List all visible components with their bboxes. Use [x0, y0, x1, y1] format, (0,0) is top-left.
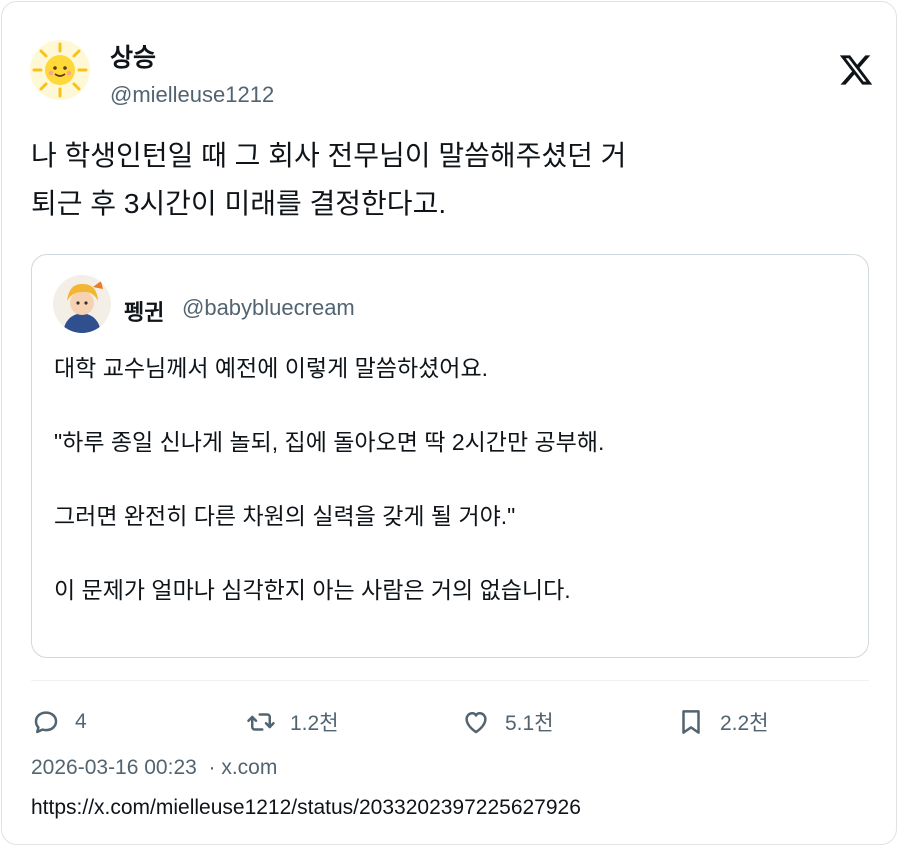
author-name[interactable]: 상승 — [110, 38, 156, 74]
quote-paragraph: 그러면 완전히 다른 차원의 실력을 갖게 될 거야." — [54, 503, 516, 529]
author-avatar[interactable] — [30, 40, 90, 100]
heart-icon — [465, 712, 487, 734]
tweet-text-line: 퇴근 후 3시간이 미래를 결정한다고. — [31, 188, 447, 219]
quote-text: 대학 교수님께서 예전에 이렇게 말씀하셨어요. "하루 종일 신나게 놀되, … — [54, 353, 844, 649]
bookmark-count: 2.2천 — [720, 712, 769, 735]
x-logo-icon[interactable] — [838, 52, 874, 88]
tweet-card: 상승 @mielleuse1212 나 학생인턴일 때 그 회사 전무님이 말씀… — [1, 1, 897, 845]
like-button[interactable]: 5.1천 — [461, 702, 554, 742]
sun-avatar-icon — [30, 40, 90, 100]
quote-author-name[interactable]: 펭귄 — [124, 295, 164, 327]
quoted-tweet[interactable]: 펭귄 @babybluecream 대학 교수님께서 예전에 이렇게 말씀하셨어… — [31, 254, 869, 658]
reply-button[interactable]: 4 — [31, 702, 87, 742]
meta-separator: · — [208, 756, 216, 779]
retweet-count: 1.2천 — [290, 712, 339, 735]
like-count: 5.1천 — [505, 712, 554, 735]
character-avatar-icon — [53, 275, 111, 333]
quote-paragraph: 대학 교수님께서 예전에 이렇게 말씀하셨어요. — [54, 355, 488, 381]
tweet-text: 나 학생인턴일 때 그 회사 전무님이 말씀해주셨던 거 퇴근 후 3시간이 미… — [31, 132, 871, 228]
bookmark-button[interactable]: 2.2천 — [676, 702, 769, 742]
quote-paragraph: 이 문제가 얼마나 심각한지 아는 사람은 거의 없습니다. — [54, 577, 571, 603]
retweet-icon — [247, 713, 275, 731]
source-link[interactable]: x.com — [221, 756, 277, 779]
tweet-text-line: 나 학생인턴일 때 그 회사 전무님이 말씀해주셨던 거 — [31, 140, 627, 171]
quote-author-avatar[interactable] — [53, 275, 111, 333]
quote-author-handle[interactable]: @babybluecream — [182, 295, 355, 321]
timestamp[interactable]: 2026-03-16 00:23 — [31, 756, 197, 779]
reply-count: 4 — [75, 710, 87, 733]
author-handle[interactable]: @mielleuse1212 — [110, 82, 274, 108]
tweet-meta: 2026-03-16 00:23 · x.com — [31, 756, 277, 780]
reply-icon — [34, 711, 58, 734]
retweet-button[interactable]: 1.2천 — [246, 702, 339, 742]
quote-paragraph: "하루 종일 신나게 놀되, 집에 돌아오면 딱 2시간만 공부해. — [54, 429, 605, 455]
bookmark-icon — [682, 710, 700, 734]
tweet-url[interactable]: https://x.com/mielleuse1212/status/20332… — [31, 796, 581, 820]
divider — [31, 680, 869, 681]
